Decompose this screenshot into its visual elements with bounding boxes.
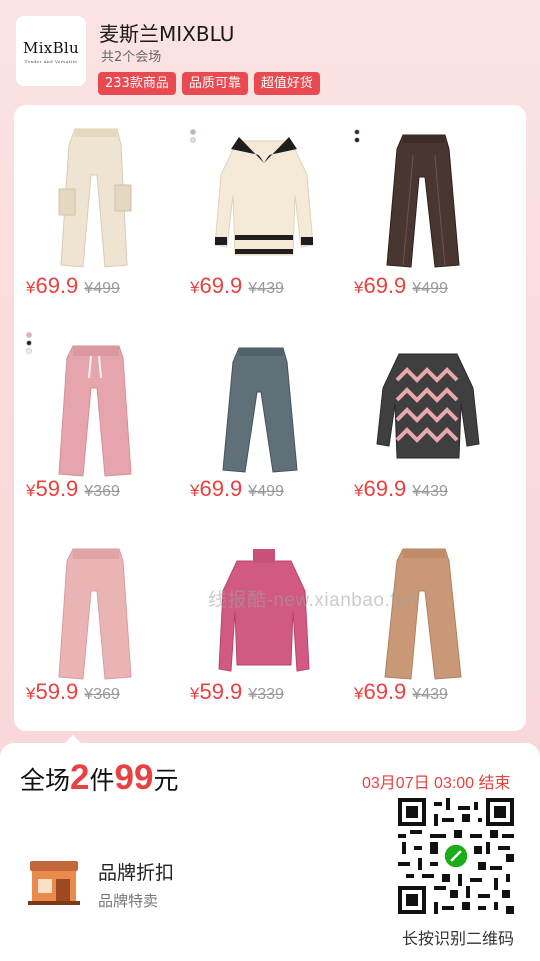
product-card[interactable]: ¥69.9 ¥439 bbox=[342, 308, 504, 508]
denim-jeans-image bbox=[222, 347, 298, 473]
swatch[interactable] bbox=[190, 129, 196, 135]
brand-header: MixBlu Tender And Versatile 麦斯兰MIXBLU 共2… bbox=[0, 0, 540, 105]
striped-sweater-image bbox=[376, 353, 480, 459]
pink-corduroy-pants-image bbox=[58, 345, 132, 477]
sale-price: ¥59.9 bbox=[190, 679, 243, 704]
brand-name[interactable]: 麦斯兰MIXBLU bbox=[99, 18, 234, 47]
tag-product-count: 233款商品 bbox=[98, 72, 176, 95]
sale-deadline: 03月07日 03:00 结束 bbox=[362, 775, 511, 792]
price-row: ¥59.9 ¥369 bbox=[26, 476, 120, 502]
color-swatches[interactable] bbox=[26, 332, 32, 354]
pink-wide-pants-image bbox=[58, 548, 132, 680]
product-grid: ¥69.9 ¥499 ¥69.9 ¥439 ¥69.9 ¥499 ¥59.9 ¥… bbox=[14, 105, 526, 731]
sale-price: ¥69.9 bbox=[354, 273, 407, 298]
cream-cargo-pants-image bbox=[58, 128, 132, 268]
qr-label: 长按识别二维码 bbox=[402, 929, 515, 948]
discount-subtitle: 品牌特卖 bbox=[98, 892, 159, 910]
logo-tagline: Tender And Versatile bbox=[24, 58, 78, 64]
swatch[interactable] bbox=[26, 332, 32, 338]
brand-tags: 233款商品 品质可靠 超值好货 bbox=[98, 72, 320, 95]
cream-sweater-image bbox=[214, 137, 314, 256]
promo-text: 全场 bbox=[20, 767, 71, 795]
product-card[interactable]: ¥69.9 ¥499 bbox=[178, 308, 340, 508]
storefront-icon bbox=[28, 861, 80, 905]
sale-price: ¥69.9 bbox=[354, 679, 407, 704]
logo-text: MixBlu bbox=[23, 38, 79, 57]
original-price: ¥439 bbox=[412, 483, 448, 500]
brand-logo[interactable]: MixBlu Tender And Versatile bbox=[16, 16, 86, 86]
price-row: ¥59.9 ¥339 bbox=[190, 679, 284, 705]
product-card[interactable]: ¥59.9 ¥369 bbox=[14, 308, 176, 508]
sale-price: ¥69.9 bbox=[190, 476, 243, 501]
tag-quality: 品质可靠 bbox=[181, 72, 248, 95]
product-card[interactable]: ¥69.9 ¥439 bbox=[178, 105, 340, 305]
promo-count: 2 bbox=[70, 758, 90, 797]
sale-price: ¥59.9 bbox=[26, 679, 79, 704]
original-price: ¥499 bbox=[84, 280, 120, 297]
product-card[interactable]: ¥69.9 ¥499 bbox=[14, 105, 176, 305]
promo-text: 元 bbox=[153, 767, 179, 795]
original-price: ¥499 bbox=[248, 483, 284, 500]
discount-title[interactable]: 品牌折扣 bbox=[98, 858, 174, 885]
promo-price: 99 bbox=[114, 758, 154, 797]
product-card[interactable]: ¥69.9 ¥499 bbox=[342, 105, 504, 305]
color-swatches[interactable] bbox=[190, 129, 196, 143]
swatch[interactable] bbox=[354, 137, 360, 143]
price-row: ¥59.9 ¥369 bbox=[26, 679, 120, 705]
color-swatches[interactable] bbox=[354, 129, 360, 143]
product-card[interactable]: ¥59.9 ¥369 bbox=[14, 511, 176, 711]
sale-price: ¥69.9 bbox=[26, 273, 79, 298]
qr-code[interactable] bbox=[398, 798, 514, 914]
promo-headline: 全场 2 件 99 元 bbox=[20, 758, 178, 798]
swatch[interactable] bbox=[26, 340, 32, 346]
sale-price: ¥69.9 bbox=[190, 273, 243, 298]
venue-count: 共2个会场 bbox=[101, 50, 162, 65]
swatch[interactable] bbox=[190, 137, 196, 143]
sale-price: ¥59.9 bbox=[26, 476, 79, 501]
original-price: ¥439 bbox=[412, 686, 448, 703]
swatch[interactable] bbox=[354, 129, 360, 135]
promo-text: 件 bbox=[89, 767, 115, 795]
original-price: ¥339 bbox=[248, 686, 284, 703]
price-row: ¥69.9 ¥439 bbox=[354, 679, 448, 705]
original-price: ¥499 bbox=[412, 280, 448, 297]
price-row: ¥69.9 ¥499 bbox=[190, 476, 284, 502]
original-price: ¥439 bbox=[248, 280, 284, 297]
original-price: ¥369 bbox=[84, 483, 120, 500]
price-row: ¥69.9 ¥499 bbox=[354, 273, 448, 299]
price-row: ¥69.9 ¥439 bbox=[354, 476, 448, 502]
price-row: ¥69.9 ¥439 bbox=[190, 273, 284, 299]
tag-value: 超值好货 bbox=[253, 72, 320, 95]
original-price: ¥369 bbox=[84, 686, 120, 703]
swatch[interactable] bbox=[26, 348, 32, 354]
watermark: 线报酷-new.xianbao.fun bbox=[208, 590, 419, 611]
brown-leather-pants-image bbox=[386, 134, 460, 268]
price-row: ¥69.9 ¥499 bbox=[26, 273, 120, 299]
sale-price: ¥69.9 bbox=[354, 476, 407, 501]
